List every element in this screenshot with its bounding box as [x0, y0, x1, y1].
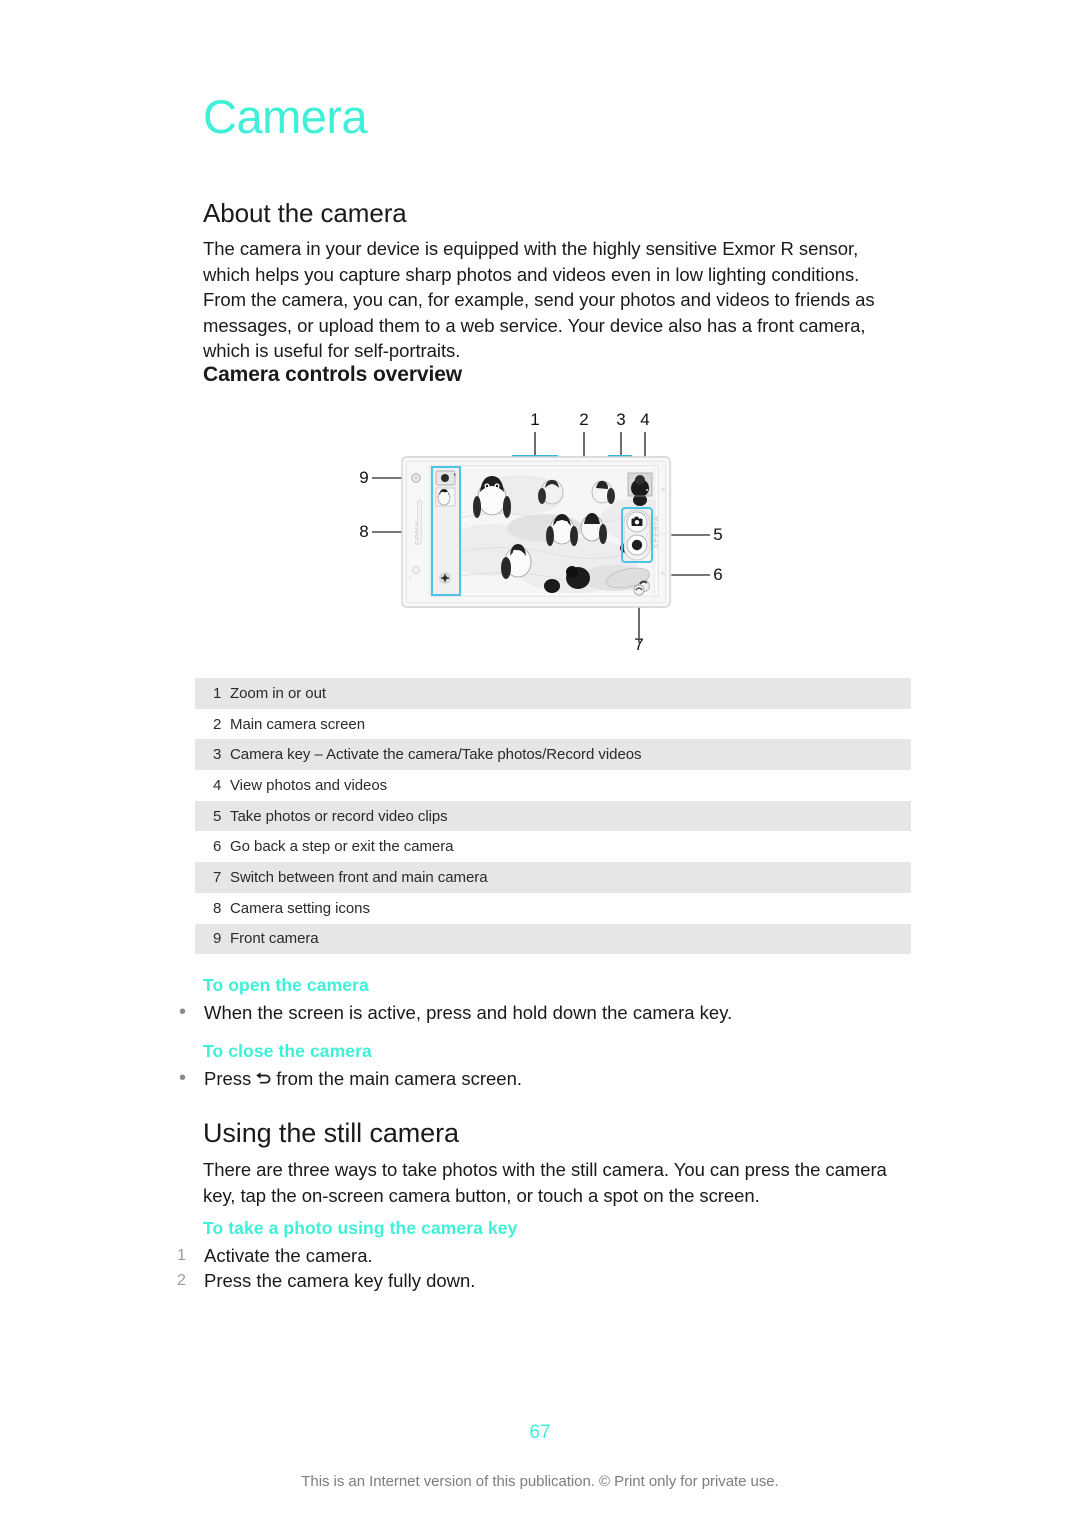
table-row: 9 Front camera: [195, 923, 911, 955]
camera-mode-icon: +: [435, 470, 457, 486]
svg-text:+: +: [453, 473, 457, 479]
table-row: 3 Camera key – Activate the camera/Take …: [195, 739, 911, 771]
callout-3: 3: [616, 410, 625, 429]
table-row-number: 2: [213, 715, 222, 733]
table-row: 8 Camera setting icons: [195, 892, 911, 924]
callout-8: 8: [359, 522, 368, 541]
svg-text:•: •: [409, 576, 411, 582]
table-row: 7 Switch between front and main camera: [195, 862, 911, 893]
table-row-number: 4: [213, 776, 222, 794]
callout-6: 6: [713, 565, 722, 584]
table-row-number: 6: [213, 838, 222, 856]
task-step: 2 Press the camera key fully down.: [175, 1268, 895, 1294]
table-row-number: 3: [213, 746, 222, 764]
soft-key-home: ○: [661, 531, 665, 538]
callout-5: 5: [713, 525, 722, 544]
subsection-heading-controls-overview: Camera controls overview: [203, 363, 463, 386]
task-bullet-text: Press from the main camera screen.: [204, 1066, 895, 1093]
task-bullet-prefix: Press: [204, 1068, 252, 1089]
capture-controls: [623, 509, 651, 561]
task-heading-close-camera: To close the camera: [203, 1041, 372, 1061]
soft-key-back: ↰: [660, 571, 666, 579]
task-bullet-open-camera: • When the screen is active, press and h…: [175, 1000, 895, 1025]
table-row-text: Front camera: [230, 930, 319, 948]
task-heading-take-photo: To take a photo using the camera key: [203, 1218, 518, 1238]
table-row: 5 Take photos or record video clips: [195, 800, 911, 832]
soft-key-menu: ≡: [661, 487, 665, 494]
callout-1: 1: [530, 410, 539, 429]
table-row-text: Camera setting icons: [230, 899, 370, 917]
table-row-number: 7: [213, 868, 222, 886]
task-bullet-text: When the screen is active, press and hol…: [204, 1002, 733, 1023]
footer-note: This is an Internet version of this publ…: [301, 1473, 779, 1490]
record-video-icon: [631, 539, 643, 551]
section-heading-still-camera: Using the still camera: [203, 1118, 459, 1148]
table-row-number: 9: [213, 930, 222, 948]
task-step: 1 Activate the camera.: [175, 1243, 895, 1269]
task-bullet-suffix: from the main camera screen.: [276, 1068, 523, 1089]
page-number: 67: [529, 1422, 551, 1443]
bullet-marker-icon: •: [179, 1067, 187, 1089]
table-row-number: 1: [213, 684, 222, 702]
table-row-number: 8: [213, 899, 222, 917]
table-row: 4 View photos and videos: [195, 770, 911, 801]
table-row-text: View photos and videos: [230, 776, 388, 794]
manual-page: Camera About the camera The camera in yo…: [0, 0, 1080, 1527]
camera-controls-diagram: 1 2 3 4 5 6 7 8 9 • + XPERIA ≡ ○ ↰: [340, 400, 740, 672]
table-row-text: Main camera screen: [230, 715, 365, 733]
table-row-text: Go back a step or exit the camera: [230, 838, 454, 856]
table-row-number: 5: [213, 807, 222, 825]
task-step-number: 1: [177, 1247, 186, 1264]
task-step-text: Activate the camera.: [204, 1245, 373, 1266]
callout-9: 9: [359, 468, 368, 487]
table-row: 6 Go back a step or exit the camera: [195, 831, 911, 863]
callout-2: 2: [579, 410, 588, 429]
bullet-marker-icon: •: [179, 1001, 187, 1023]
settings-thumbnail-icon: [435, 487, 456, 507]
section-paragraph-about: The camera in your device is equipped wi…: [203, 238, 875, 362]
table-row: 2 Main camera screen: [195, 708, 911, 740]
table-row-text: Switch between front and main camera: [230, 868, 488, 886]
table-row: 1 Zoom in or out: [195, 678, 911, 709]
section-heading-about: About the camera: [203, 198, 407, 228]
table-row-text: Take photos or record video clips: [230, 807, 448, 825]
task-bullet-close-camera: • Press from the main camera screen.: [175, 1066, 895, 1093]
section-paragraph-still-camera: There are three ways to take photos with…: [203, 1159, 887, 1206]
callout-4: 4: [640, 410, 649, 429]
switch-camera-icon: [633, 584, 645, 596]
table-row-text: Zoom in or out: [230, 684, 327, 702]
scene-settings-icon: [439, 572, 451, 584]
task-heading-open-camera: To open the camera: [203, 975, 369, 995]
back-arrow-icon: [253, 1068, 273, 1093]
task-step-text: Press the camera key fully down.: [204, 1270, 476, 1291]
controls-reference-table: 1 Zoom in or out 2 Main camera screen 3 …: [195, 678, 911, 955]
table-row-text: Camera key – Activate the camera/Take ph…: [230, 746, 642, 764]
task-step-number: 2: [177, 1272, 186, 1289]
page-title: Camera: [203, 90, 368, 143]
